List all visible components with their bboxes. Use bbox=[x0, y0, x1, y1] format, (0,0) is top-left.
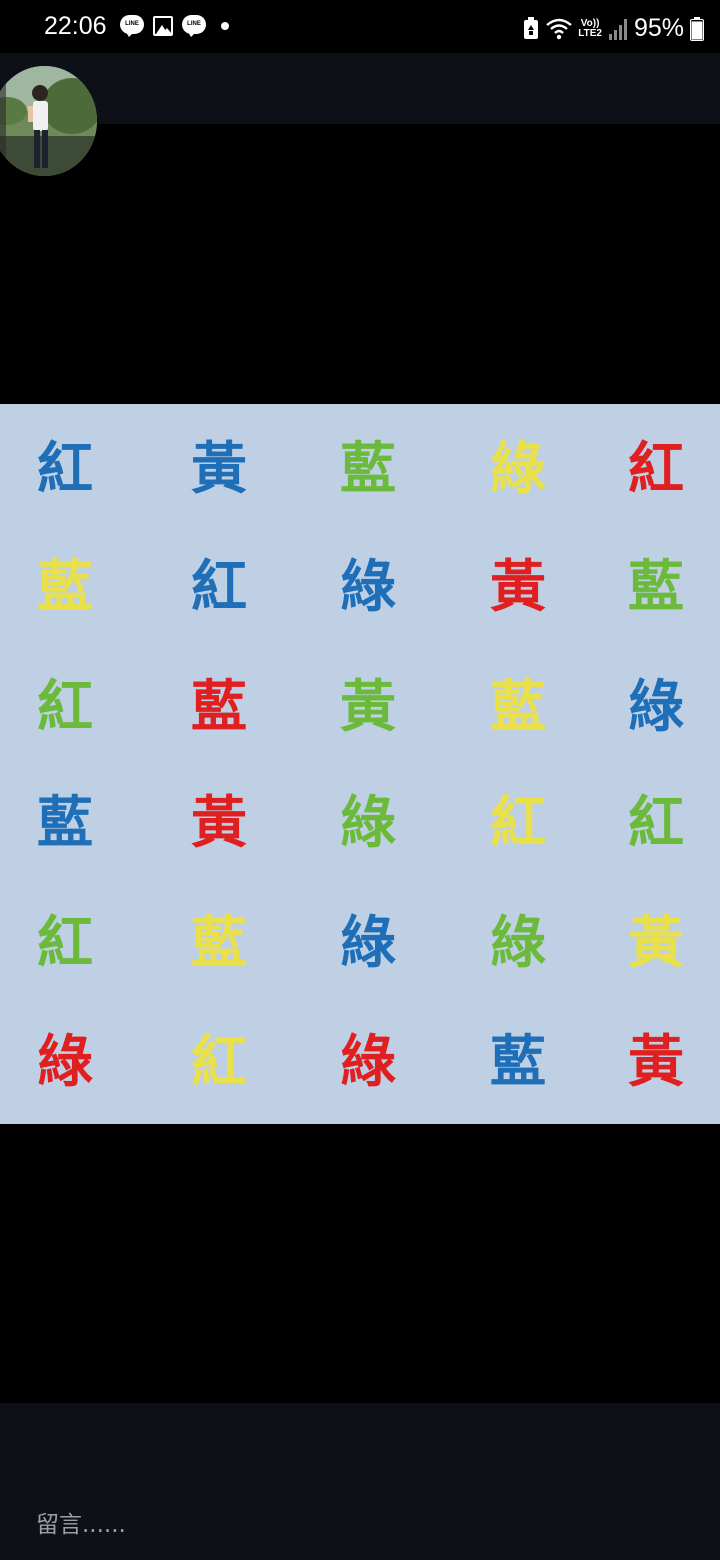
color-word: 紅 bbox=[191, 555, 247, 620]
stroop-grid: 紅黃藍綠紅藍紅綠黃藍紅藍黃藍綠藍黃綠紅紅紅藍綠綠黃綠紅綠藍黃 bbox=[0, 404, 720, 1124]
system-icons: Vo)) LTE2 95% bbox=[522, 14, 704, 43]
status-time: 22:06 bbox=[44, 12, 107, 40]
color-word: 黃 bbox=[340, 675, 396, 740]
notification-icons: LINE LINE bbox=[120, 15, 229, 37]
color-word: 藍 bbox=[340, 437, 396, 502]
color-word: 紅 bbox=[37, 675, 93, 740]
color-word: 藍 bbox=[191, 675, 247, 740]
battery-percent: 95% bbox=[633, 14, 684, 42]
color-word: 黃 bbox=[191, 791, 247, 856]
wifi-icon bbox=[546, 18, 573, 39]
color-word: 藍 bbox=[628, 555, 684, 620]
color-word: 黃 bbox=[490, 555, 546, 620]
color-word: 藍 bbox=[490, 675, 546, 740]
color-word: 黃 bbox=[628, 911, 684, 976]
comment-input[interactable] bbox=[36, 1508, 636, 1542]
profile-avatar[interactable] bbox=[0, 66, 97, 176]
color-word: 紅 bbox=[191, 1030, 247, 1095]
stroop-image-panel[interactable]: 紅黃藍綠紅藍紅綠黃藍紅藍黃藍綠藍黃綠紅紅紅藍綠綠黃綠紅綠藍黃 bbox=[0, 404, 720, 1124]
color-word: 紅 bbox=[490, 791, 546, 856]
gallery-icon bbox=[153, 16, 173, 36]
dot-icon bbox=[221, 22, 229, 30]
color-word: 藍 bbox=[37, 791, 93, 856]
color-word: 綠 bbox=[340, 555, 396, 620]
color-word: 綠 bbox=[490, 437, 546, 502]
color-word: 紅 bbox=[628, 791, 684, 856]
user-avatar-icon bbox=[0, 66, 97, 176]
color-word: 綠 bbox=[340, 1030, 396, 1095]
color-word: 藍 bbox=[37, 555, 93, 620]
lte-label: LTE2 bbox=[578, 27, 602, 39]
line-icon: LINE bbox=[182, 15, 206, 37]
color-word: 紅 bbox=[37, 911, 93, 976]
color-word: 綠 bbox=[490, 911, 546, 976]
color-word: 黃 bbox=[191, 437, 247, 502]
color-word: 綠 bbox=[37, 1030, 93, 1095]
color-word: 紅 bbox=[628, 437, 684, 502]
color-word: 綠 bbox=[340, 791, 396, 856]
volte-lte2-icon: Vo)) LTE2 bbox=[578, 17, 602, 39]
color-word: 藍 bbox=[191, 911, 247, 976]
line-icon: LINE bbox=[120, 15, 144, 37]
color-word: 綠 bbox=[340, 911, 396, 976]
color-word: 紅 bbox=[37, 437, 93, 502]
battery-saver-icon bbox=[524, 16, 539, 39]
signal-icon bbox=[608, 18, 627, 40]
color-word: 黃 bbox=[628, 1030, 684, 1095]
color-word: 藍 bbox=[490, 1030, 546, 1095]
color-word: 綠 bbox=[628, 675, 684, 740]
status-bar: 22:06 LINE LINE Vo)) LTE2 95% bbox=[0, 0, 720, 53]
volte-label: Vo)) bbox=[580, 17, 600, 29]
top-bar bbox=[0, 53, 720, 124]
battery-icon bbox=[690, 16, 704, 41]
